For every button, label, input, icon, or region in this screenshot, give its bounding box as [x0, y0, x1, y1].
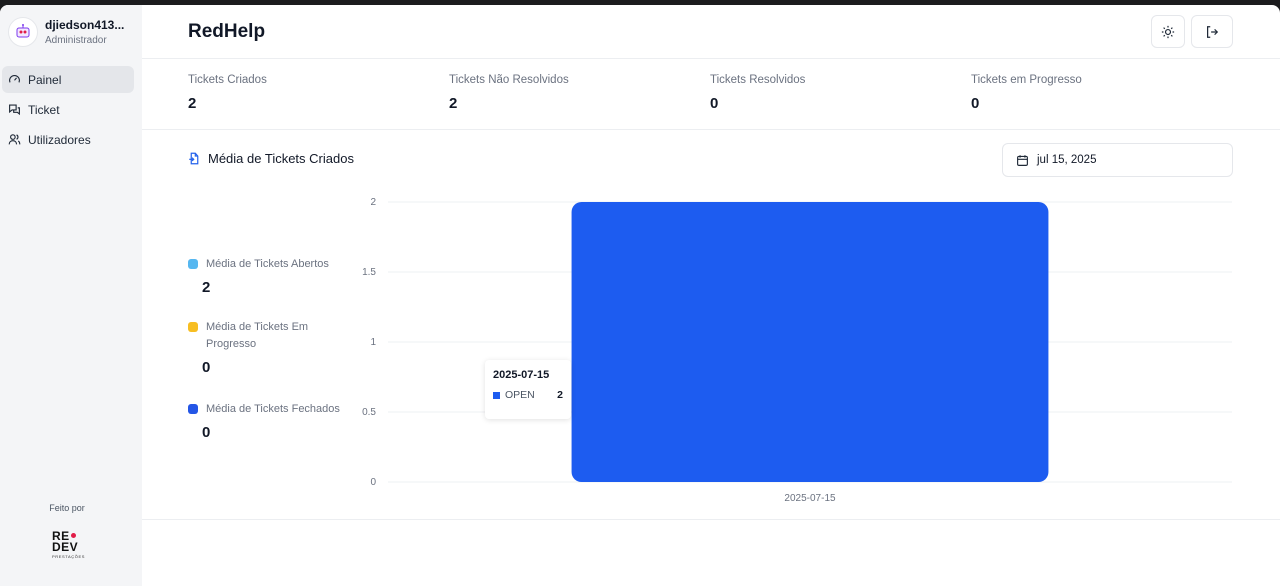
- redev-logo: RE DEV PRESTAÇÕES: [52, 530, 88, 563]
- section-title: Média de Tickets Criados: [188, 151, 354, 166]
- file-import-icon: [189, 152, 199, 165]
- avatar: [8, 17, 38, 47]
- section-title-text: Média de Tickets Criados: [208, 151, 354, 166]
- legend-abertos: Média de Tickets Abertos 2: [188, 256, 351, 296]
- sidebar-item-label: Painel: [28, 72, 62, 87]
- users-icon: [8, 134, 21, 145]
- logo-line-2: DEV: [52, 540, 79, 554]
- stat-value: 0: [971, 95, 980, 112]
- stat-tickets-criados: Tickets Criados 2: [188, 74, 267, 112]
- sidebar-item-label: Ticket: [28, 102, 60, 117]
- sidebar-item-painel[interactable]: Painel: [2, 66, 134, 93]
- date-picker-value: jul 15, 2025: [1037, 154, 1097, 166]
- stat-label: Tickets Não Resolvidos: [449, 74, 569, 86]
- y-tick-label: 2: [370, 197, 376, 208]
- made-by-label: Feito por: [49, 503, 85, 513]
- logout-icon: [1207, 25, 1219, 38]
- y-tick-label: 1.5: [362, 267, 376, 278]
- user-profile[interactable]: djiedson413... Administrador: [8, 17, 124, 47]
- tooltip-series: OPEN: [505, 389, 535, 401]
- user-role: Administrador: [45, 35, 107, 46]
- sidebar-item-label: Utilizadores: [28, 132, 91, 147]
- legend-label: Média de Tickets Fechados: [206, 403, 340, 415]
- tooltip-value: 2: [557, 389, 563, 401]
- main-content: RedHelp Tickets Criados 2 Tickets Não Re…: [142, 5, 1280, 586]
- legend-label: Média de Tickets Abertos: [206, 258, 329, 270]
- y-tick-label: 0.5: [362, 407, 376, 418]
- stat-label: Tickets Criados: [188, 74, 267, 86]
- tooltip-title: 2025-07-15: [493, 369, 550, 381]
- chart-tooltip: 2025-07-15 OPEN 2: [485, 360, 571, 419]
- logo-subtitle: PRESTAÇÕES: [52, 554, 86, 559]
- sidebar-item-ticket[interactable]: Ticket: [2, 96, 134, 123]
- stat-tickets-em-progresso: Tickets em Progresso 0: [971, 74, 1082, 112]
- stat-value: 2: [449, 95, 458, 112]
- bar-2025-07-15[interactable]: [571, 202, 1049, 482]
- tooltip-row: OPEN 2: [493, 389, 563, 401]
- legend-dot: [188, 259, 198, 269]
- stat-label: Tickets em Progresso: [971, 74, 1082, 86]
- legend-value: 0: [202, 424, 211, 441]
- sun-icon: [1161, 25, 1175, 38]
- app-window: djiedson413... Administrador Painel Tick…: [0, 5, 1280, 586]
- legend-value: 2: [202, 279, 211, 296]
- theme-toggle-button[interactable]: [1151, 15, 1185, 48]
- bar-chart: 0 0.5 1 1.5 2 2025-07-15: [362, 197, 1232, 504]
- sidebar: djiedson413... Administrador Painel Tick…: [0, 5, 142, 586]
- header: RedHelp: [142, 5, 1280, 59]
- tooltip-swatch: [493, 391, 500, 399]
- sidebar-nav: Painel Ticket Utilizadores: [2, 66, 134, 156]
- logo-dot: [70, 533, 76, 538]
- x-tick-label: 2025-07-15: [784, 493, 836, 504]
- sidebar-item-utilizadores[interactable]: Utilizadores: [2, 126, 134, 153]
- user-name: djiedson413...: [45, 18, 125, 32]
- stat-label: Tickets Resolvidos: [710, 74, 806, 86]
- stat-tickets-nao-resolvidos: Tickets Não Resolvidos 2: [449, 74, 569, 112]
- chat-icon: [9, 104, 20, 116]
- page-title: RedHelp: [188, 21, 266, 42]
- gauge-icon: [9, 75, 20, 83]
- calendar-icon: [1017, 154, 1028, 166]
- legend-em-progresso: Média de Tickets Em Progresso 0: [188, 319, 351, 376]
- legend-fechados: Média de Tickets Fechados 0: [188, 401, 351, 441]
- stat-value: 2: [188, 95, 197, 112]
- legend-value: 0: [202, 359, 211, 376]
- legend-dot: [188, 404, 198, 414]
- legend-label: Média de Tickets Em Progresso: [206, 321, 309, 350]
- y-tick-label: 1: [370, 337, 376, 348]
- stat-tickets-resolvidos: Tickets Resolvidos 0: [710, 74, 805, 112]
- logout-button[interactable]: [1191, 15, 1233, 48]
- stat-value: 0: [710, 95, 719, 112]
- legend-dot: [188, 322, 198, 332]
- date-picker-button[interactable]: jul 15, 2025: [1002, 143, 1233, 177]
- robot-avatar-icon: [16, 24, 30, 38]
- stats-bar: Tickets Criados 2 Tickets Não Resolvidos…: [142, 59, 1280, 130]
- average-tickets-section: Média de Tickets Criados jul 15, 2025 Mé…: [142, 130, 1280, 520]
- y-tick-label: 0: [370, 477, 376, 488]
